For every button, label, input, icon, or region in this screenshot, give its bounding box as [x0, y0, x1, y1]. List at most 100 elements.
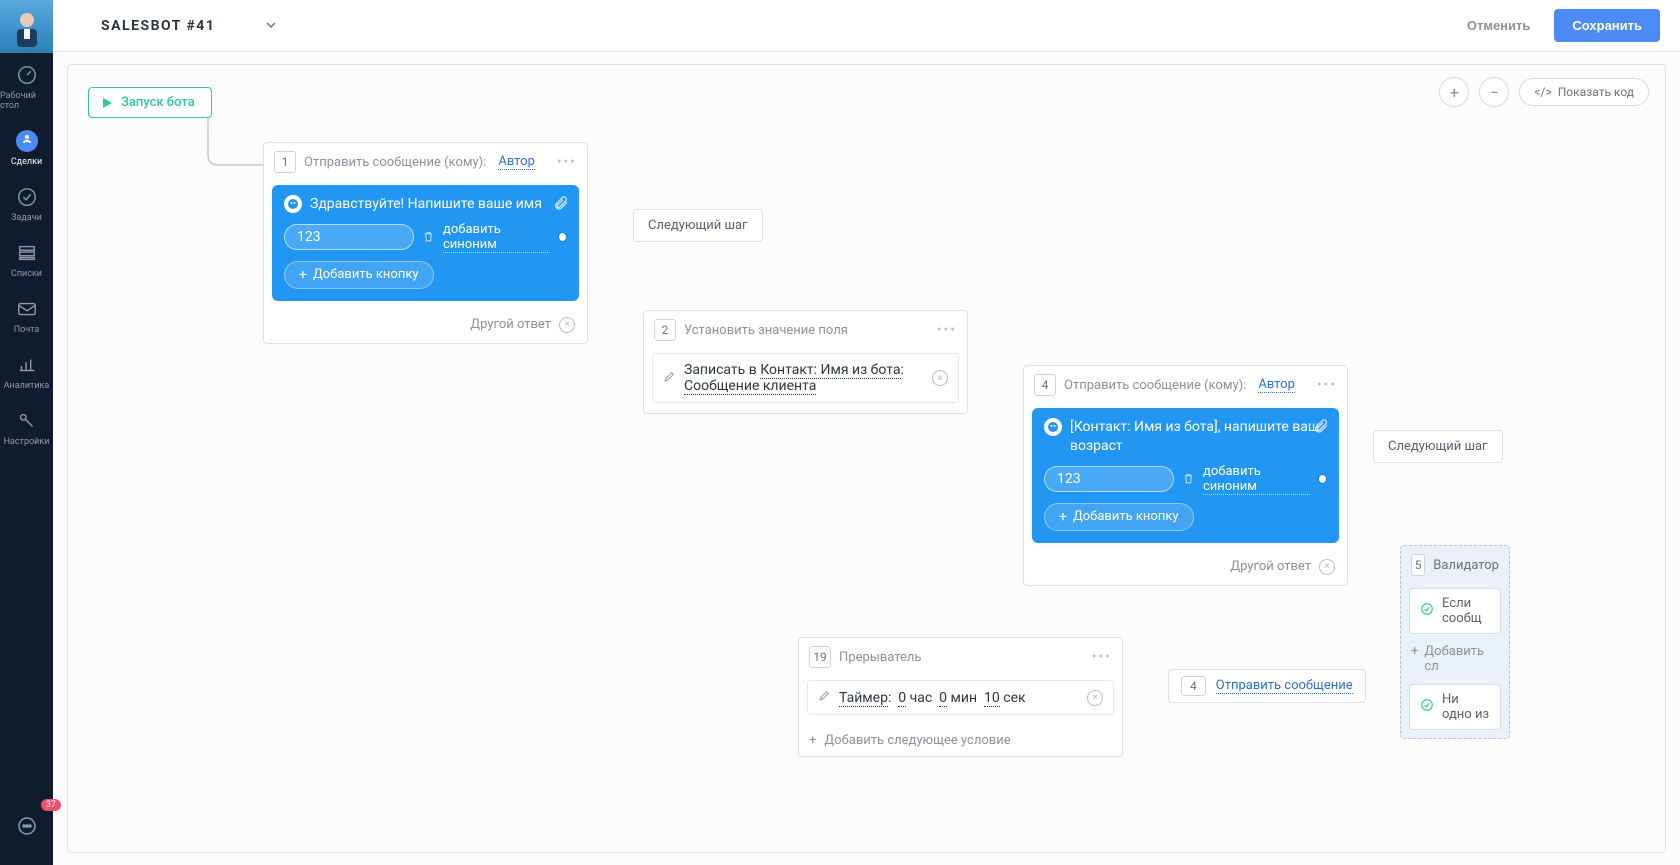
nav-label: Почта: [14, 325, 40, 335]
attach-button-4[interactable]: [1313, 418, 1329, 438]
step-1-add-button[interactable]: + Добавить кнопку: [284, 261, 434, 289]
step-2-field-text: Записать в Контакт: Имя из бота: Сообщен…: [684, 362, 904, 394]
step-2-menu[interactable]: •••: [937, 322, 957, 338]
validator-header: 5 Валидатор: [1401, 546, 1509, 584]
nav-tasks[interactable]: Задачи: [0, 175, 53, 231]
step-1-output-port[interactable]: [558, 232, 567, 242]
ref-label[interactable]: Отправить сообщение: [1216, 678, 1353, 694]
delete-button-1[interactable]: [422, 228, 435, 247]
avatar-icon: [7, 7, 47, 47]
nav-analytics[interactable]: Аналитика: [0, 343, 53, 399]
canvas-toolbar: + − </> Показать код: [1439, 77, 1649, 107]
validator-add-condition[interactable]: + Добавить сл: [1401, 638, 1509, 680]
step-4-recipient[interactable]: Автор: [1258, 377, 1295, 393]
pencil-icon: [818, 689, 831, 702]
step-19-card: 19 Прерыватель ••• Таймер: 0 час 0 мин 1…: [798, 637, 1123, 757]
step-1-message-block: Здравствуйте! Напишите ваше имя 123 доба…: [272, 185, 579, 301]
step-5-validator: 5 Валидатор Если сообщ + Добавить сл: [1400, 545, 1510, 739]
edit-timer-button[interactable]: [818, 689, 831, 706]
nav-label: Рабочий стол: [0, 91, 53, 111]
step-1-add-synonym[interactable]: добавить синоним: [443, 222, 550, 253]
chart-icon: [15, 353, 39, 377]
ref-number: 4: [1181, 676, 1206, 696]
bot-title: SALESBOT #41: [101, 18, 215, 34]
next-step-1[interactable]: Следующий шаг: [633, 209, 763, 242]
plus-icon: +: [1411, 644, 1418, 674]
trash-icon: [422, 230, 435, 243]
step-1-message-text[interactable]: Здравствуйте! Напишите ваше имя: [310, 195, 542, 214]
nav-label: Задачи: [11, 213, 42, 223]
deals-icon: [15, 129, 39, 153]
cancel-button[interactable]: Отменить: [1453, 10, 1545, 41]
validator-number: 5: [1411, 554, 1425, 576]
step-19-number: 19: [809, 646, 831, 668]
step-1-button-input[interactable]: 123: [284, 224, 414, 250]
step-4-menu[interactable]: •••: [1317, 377, 1337, 393]
step-4-card: 4 Отправить сообщение (кому): Автор ••• …: [1023, 365, 1348, 586]
zoom-out-button[interactable]: −: [1479, 77, 1509, 107]
step-1-recipient[interactable]: Автор: [498, 154, 535, 170]
next-step-4[interactable]: Следующий шаг: [1373, 430, 1503, 463]
nav-deals[interactable]: Сделки: [0, 119, 53, 175]
user-avatar[interactable]: [0, 0, 53, 53]
plus-icon: +: [1450, 83, 1459, 102]
timer-text: Таймер: 0 час 0 мин 10 сек: [839, 690, 1026, 706]
check-circle-icon: [15, 185, 39, 209]
delete-button-4[interactable]: [1182, 470, 1195, 489]
nav-label: Настройки: [4, 437, 50, 447]
sidebar: Рабочий стол Сделки Задачи Списки Почта: [0, 0, 53, 865]
validator-condition-1[interactable]: Если сообщ: [1409, 588, 1501, 634]
step-4-message-block: [Контакт: Имя из бота], напишите ваш воз…: [1032, 408, 1339, 543]
minus-icon: −: [1490, 83, 1499, 102]
step-19-title: Прерыватель: [839, 650, 921, 665]
title-dropdown[interactable]: [265, 16, 277, 35]
step-4-other-delete[interactable]: ×: [1319, 559, 1335, 575]
step-4-button-input[interactable]: 123: [1044, 466, 1174, 492]
list-icon: [15, 241, 39, 265]
plus-icon: +: [299, 267, 307, 283]
add-condition-button[interactable]: + Добавить следующее условие: [799, 725, 1122, 756]
step-4-output-port[interactable]: [1318, 474, 1327, 484]
reference-step-4[interactable]: 4 Отправить сообщение: [1168, 669, 1366, 703]
validator-add-label: Добавить сл: [1424, 644, 1499, 674]
nav-dashboard[interactable]: Рабочий стол: [0, 53, 53, 119]
step-4-add-synonym[interactable]: добавить синоним: [1203, 464, 1310, 495]
nav-label: Сделки: [11, 157, 42, 167]
step-1-menu[interactable]: •••: [557, 154, 577, 170]
step-1-other-answer[interactable]: Другой ответ: [470, 317, 551, 332]
step-4-other-answer[interactable]: Другой ответ: [1230, 559, 1311, 574]
nav-mail[interactable]: Почта: [0, 287, 53, 343]
step-2-field-row[interactable]: Записать в Контакт: Имя из бота: Сообщен…: [652, 353, 959, 403]
add-condition-label: Добавить следующее условие: [824, 733, 1010, 748]
step-1-other-delete[interactable]: ×: [559, 317, 575, 333]
topbar: SALESBOT #41 Отменить Сохранить: [53, 0, 1680, 52]
nav-label: Аналитика: [4, 381, 50, 391]
start-node[interactable]: Запуск бота: [88, 87, 212, 118]
step-4-add-button[interactable]: + Добавить кнопку: [1044, 503, 1194, 531]
save-button[interactable]: Сохранить: [1554, 9, 1660, 42]
show-code-button[interactable]: </> Показать код: [1519, 78, 1649, 106]
step-19-delete[interactable]: ×: [1087, 690, 1103, 706]
step-2-number: 2: [654, 319, 676, 341]
validator-row2-text: Ни одно из: [1442, 692, 1490, 722]
edit-field-button[interactable]: [663, 370, 676, 387]
nav-chat[interactable]: 37: [0, 805, 53, 851]
chat-badge-count: 37: [41, 799, 61, 811]
mail-icon: [15, 297, 39, 321]
flow-canvas[interactable]: + − </> Показать код Запуск бота 1 Отпра…: [67, 64, 1666, 853]
attach-button[interactable]: [553, 195, 569, 215]
step-19-timer-row[interactable]: Таймер: 0 час 0 мин 10 сек ×: [807, 680, 1114, 715]
zoom-in-button[interactable]: +: [1439, 77, 1469, 107]
check-icon: [1420, 602, 1434, 620]
step-2-card: 2 Установить значение поля ••• Записать …: [643, 310, 968, 414]
nav-lists[interactable]: Списки: [0, 231, 53, 287]
step-19-menu[interactable]: •••: [1092, 649, 1112, 665]
step-2-delete[interactable]: ×: [932, 370, 948, 386]
add-button-label: Добавить кнопку: [313, 267, 419, 282]
nav-settings[interactable]: Настройки: [0, 399, 53, 455]
step-2-title: Установить значение поля: [684, 323, 848, 338]
step-4-message-text[interactable]: [Контакт: Имя из бота], напишите ваш воз…: [1070, 418, 1327, 456]
validator-condition-else[interactable]: Ни одно из: [1409, 684, 1501, 730]
validator-title: Валидатор: [1433, 558, 1499, 573]
next-step-1-label: Следующий шаг: [648, 218, 748, 233]
